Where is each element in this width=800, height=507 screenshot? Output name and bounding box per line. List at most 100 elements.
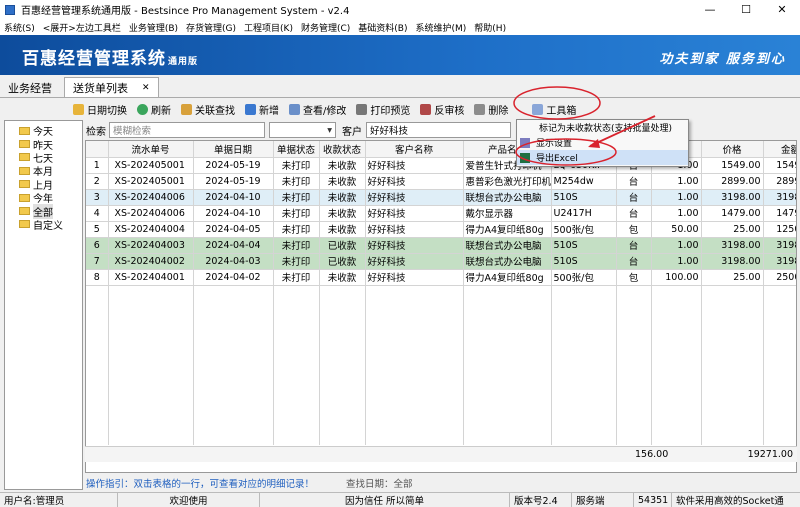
table-cell: 2 [86, 173, 109, 190]
col-header[interactable]: 价格 [701, 141, 764, 158]
customer-select[interactable]: 好好科技 [366, 122, 511, 138]
table-row[interactable]: 3 XS-202404006 2024-04-10 未打印 未收款 好好科技 联想台式办公电… [86, 189, 796, 206]
col-header[interactable]: 客户名称 [365, 141, 464, 158]
table-cell: 1549.00 [763, 157, 796, 174]
view-edit-button[interactable]: 查看/修改 [284, 100, 351, 118]
table-cell: XS-202404002 [108, 253, 194, 270]
table-cell: 未收款 [319, 157, 366, 174]
table-cell: 未收款 [319, 189, 366, 206]
display-settings-item[interactable]: 显示设置 [517, 135, 688, 150]
tab-close-icon[interactable]: ✕ [142, 83, 150, 93]
table-cell: 500张/包 [551, 269, 617, 286]
tree-item-all[interactable]: 全部 [5, 203, 82, 219]
folder-icon [19, 193, 30, 202]
table-row[interactable]: 1 XS-202405001 2024-05-19 未打印 未收款 好好科技 爱普生针式打印… [86, 157, 796, 174]
table-cell: 1549.00 [701, 157, 764, 174]
table-cell: 8 [86, 269, 109, 286]
table-cell: 25.00 [701, 221, 764, 238]
table-cell: 未打印 [273, 269, 320, 286]
unapprove-button[interactable]: 反审核 [415, 100, 469, 118]
minimize-button[interactable]: — [692, 0, 728, 19]
menu-expand-toolbar[interactable]: <展开>左边工具栏 [39, 21, 125, 34]
tab-delivery-list[interactable]: 送货单列表 ✕ [64, 77, 159, 97]
menu-inventory[interactable]: 存货管理(G) [182, 21, 240, 34]
table-cell: 2024-05-19 [193, 173, 274, 190]
table-cell: 包 [616, 269, 652, 286]
col-header[interactable]: 流水单号 [108, 141, 194, 158]
table-row[interactable]: 7 XS-202404002 2024-04-03 未打印 已收款 好好科技 联想台式办公电… [86, 253, 796, 270]
trash-icon [474, 103, 486, 115]
table-cell: 3198.00 [701, 189, 764, 206]
table-row[interactable]: 4 XS-202404006 2024-04-10 未打印 未收款 好好科技 戴尔显示器 U2… [86, 205, 796, 222]
table-cell: 4 [86, 205, 109, 222]
tree-item-7days[interactable]: 七天 [5, 151, 82, 165]
menu-project[interactable]: 工程项目(K) [240, 21, 297, 34]
table-cell: 好好科技 [365, 189, 464, 206]
refresh-button[interactable]: 刷新 [132, 100, 176, 118]
table-cell: 3198.00 [763, 253, 796, 270]
tree-item-last-month[interactable]: 上月 [5, 178, 82, 192]
menu-system[interactable]: 系统(S) [0, 21, 39, 34]
table-row[interactable]: 5 XS-202404004 2024-04-05 未打印 未收款 好好科技 得力A4复印纸… [86, 221, 796, 238]
table-cell: 2024-04-02 [193, 269, 274, 286]
table-cell: 联想台式办公电脑 [463, 237, 552, 254]
folder-icon [19, 140, 30, 149]
table-cell: 未收款 [319, 173, 366, 190]
table-cell: XS-202404003 [108, 237, 194, 254]
table-cell: 未打印 [273, 253, 320, 270]
tree-item-today[interactable]: 今天 [5, 124, 82, 138]
export-excel-item[interactable]: 导出Excel [517, 150, 688, 165]
menu-maintenance[interactable]: 系统维护(M) [412, 21, 471, 34]
field-select[interactable]: ▾ [269, 122, 336, 138]
banner-slogan: 功夫到家 服务到心 [659, 52, 786, 67]
col-header[interactable]: 单据日期 [193, 141, 274, 158]
add-button[interactable]: 新增 [240, 100, 284, 118]
toolbox-icon [532, 103, 544, 115]
table-row[interactable]: 6 XS-202404003 2024-04-04 未打印 已收款 好好科技 联想台式办公电… [86, 237, 796, 254]
status-user: 用户名:管理员 [0, 493, 118, 507]
table-cell: XS-202404001 [108, 269, 194, 286]
empty-row [86, 285, 796, 301]
status-version: 版本号2.4 [510, 493, 572, 507]
table-cell: 未打印 [273, 189, 320, 206]
toolbox-button[interactable]: 工具箱 [527, 100, 581, 118]
menu-help[interactable]: 帮助(H) [470, 21, 510, 34]
table-cell: 未收款 [319, 269, 366, 286]
delivery-table: 流水单号 单据日期 单据状态 收款状态 客户名称 产品名称 价格 金额 1XS-… [85, 140, 797, 473]
operation-guide: 操作指引：双击表格的一行，可查看对应的明细记录！ 查找日期：全部 [86, 476, 796, 490]
maximize-button[interactable]: ☐ [728, 0, 764, 19]
app-banner: 百惠经营管理系统 通用版 功夫到家 服务到心 [0, 35, 800, 75]
printer-icon [356, 103, 368, 115]
tree-item-this-month[interactable]: 本月 [5, 164, 82, 178]
status-port: 54351 [634, 493, 672, 507]
table-cell: 戴尔显示器 [463, 205, 552, 222]
delete-button[interactable]: 删除 [469, 100, 513, 118]
related-search-button[interactable]: 关联查找 [176, 100, 240, 118]
tree-item-yesterday[interactable]: 昨天 [5, 137, 82, 152]
plus-icon [245, 103, 256, 115]
close-button[interactable]: ✕ [764, 0, 800, 19]
mark-unpaid-item[interactable]: 标记为未收款状态(支持批量处理) [517, 120, 688, 135]
col-header[interactable]: 收款状态 [319, 141, 366, 158]
menu-finance[interactable]: 财务管理(C) [297, 21, 354, 34]
table-cell: 好好科技 [365, 205, 464, 222]
col-header[interactable]: 单据状态 [273, 141, 320, 158]
table-row[interactable]: 2 XS-202405001 2024-05-19 未打印 未收款 好好科技 惠普彩色激光打… [86, 173, 796, 190]
menu-basic-data[interactable]: 基础资料(B) [354, 21, 411, 34]
date-switch-button[interactable]: 日期切换 [68, 100, 132, 118]
table-cell: 7 [86, 253, 109, 270]
table-row[interactable]: 8 XS-202404001 2024-04-02 未打印 未收款 好好科技 得力A4复印纸… [86, 269, 796, 286]
table-cell: XS-202404006 [108, 189, 194, 206]
menu-business[interactable]: 业务管理(B) [125, 21, 182, 34]
table-cell: 好好科技 [365, 157, 464, 174]
col-header[interactable]: 金额 [763, 141, 796, 158]
search-input[interactable]: 模糊检索 [109, 122, 265, 138]
tree-item-custom[interactable]: 自定义 [5, 218, 82, 232]
status-socket: 软件采用高效的Socket通 [676, 496, 784, 507]
print-preview-button[interactable]: 打印预览 [351, 100, 415, 118]
tree-item-this-year[interactable]: 今年 [5, 191, 82, 205]
toolbar: 日期切换 刷新 关联查找 新增 查看/修改 打印预览 反审核 删除 工具箱 [0, 99, 800, 119]
refresh-icon [137, 103, 148, 115]
tab-business[interactable]: 业务经营 [0, 79, 60, 97]
table-cell: 5 [86, 221, 109, 238]
